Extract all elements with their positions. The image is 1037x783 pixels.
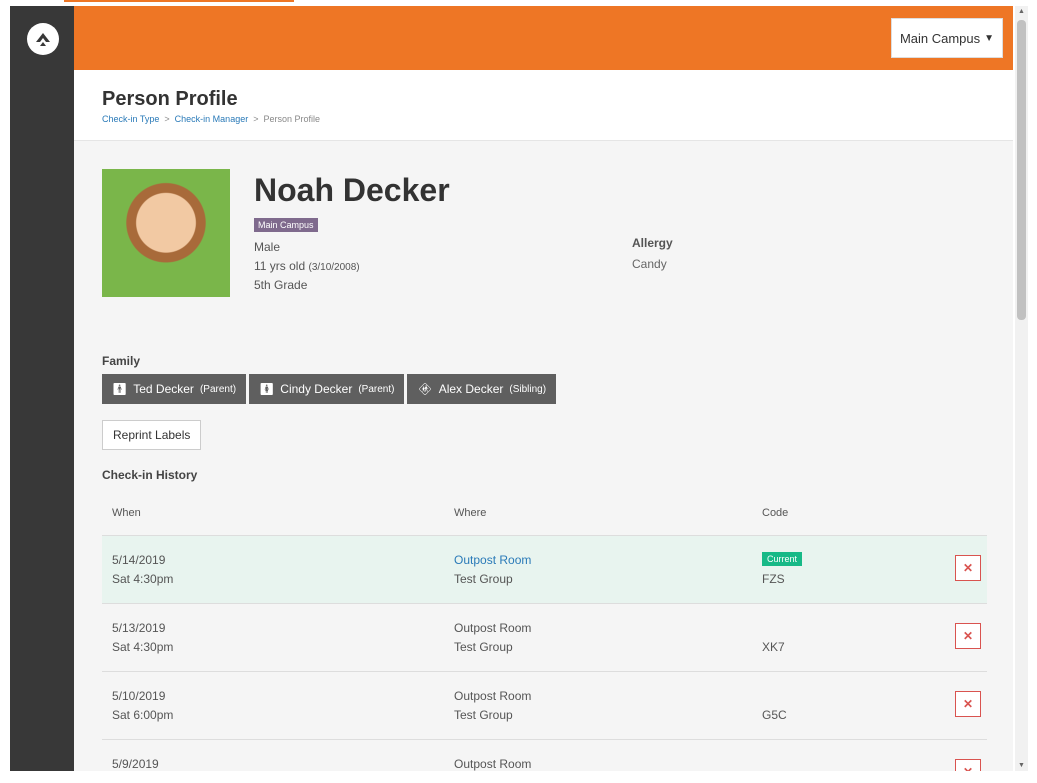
table-row: 5/9/2019 Outpost Room ✕: [102, 740, 987, 771]
child-icon: 🚸︎: [417, 382, 433, 396]
scroll-up-arrow-icon[interactable]: ▲: [1015, 8, 1028, 15]
where-cell: Outpost Room Test Group: [454, 687, 531, 725]
family-member-name: Alex Decker: [438, 382, 504, 396]
close-icon: ✕: [963, 765, 973, 771]
security-code: G5C: [762, 708, 787, 722]
group-name: Test Group: [454, 708, 513, 722]
location-name: Outpost Room: [454, 689, 532, 703]
family-member-relation: (Parent): [358, 383, 395, 395]
app-window: Main Campus ▼ Person Profile Check-in Ty…: [10, 6, 1013, 771]
close-icon: ✕: [962, 561, 974, 575]
person-age: 11 yrs old: [254, 259, 306, 273]
checkin-date: 5/9/2019: [112, 757, 159, 771]
where-cell: Outpost Room Test Group: [454, 619, 531, 657]
close-icon: ✕: [962, 629, 974, 643]
main-content: Noah Decker Main Campus Male 11 yrs old …: [74, 140, 1013, 771]
rock-logo-icon[interactable]: [27, 23, 59, 55]
column-header-code: Code: [762, 507, 789, 519]
close-icon: ✕: [962, 697, 974, 711]
family-member-name: Cindy Decker: [280, 382, 353, 396]
location-name: Outpost Room: [454, 757, 532, 771]
female-icon: 🚺︎: [259, 382, 275, 396]
family-member-name: Ted Decker: [133, 382, 194, 396]
person-birthdate: (3/10/2008): [308, 262, 360, 273]
security-code: XK7: [762, 640, 785, 654]
checkin-date: 5/10/2019: [112, 689, 166, 703]
person-photo: [102, 169, 230, 297]
delete-checkin-button[interactable]: ✕: [955, 555, 981, 581]
delete-checkin-button[interactable]: ✕: [955, 623, 981, 649]
checkin-time: Sat 6:00pm: [112, 708, 174, 722]
male-icon: 🚹︎: [112, 382, 128, 396]
top-bar: Main Campus ▼: [74, 6, 1013, 70]
family-member-relation: (Sibling): [509, 383, 547, 395]
delete-checkin-button[interactable]: ✕: [955, 691, 981, 717]
family-member-relation: (Parent): [199, 383, 237, 395]
sidebar: [10, 6, 74, 771]
breadcrumb-checkin-manager[interactable]: Check-in Manager: [175, 114, 249, 124]
campus-picker-button[interactable]: Main Campus ▼: [891, 18, 1003, 58]
campus-picker-label: Main Campus: [899, 30, 981, 46]
family-members: 🚹︎ Ted Decker (Parent) 🚺︎ Cindy Decker (…: [102, 374, 557, 404]
when-cell: 5/9/2019: [112, 755, 159, 771]
breadcrumb-checkin-type[interactable]: Check-in Type: [102, 114, 159, 124]
group-name: Test Group: [454, 640, 513, 654]
breadcrumb-separator: >: [161, 114, 173, 124]
family-member-button[interactable]: 🚺︎ Cindy Decker (Parent): [249, 374, 405, 404]
current-badge: Current: [762, 552, 803, 566]
where-cell: Outpost Room: [454, 755, 531, 771]
breadcrumb-current: Person Profile: [263, 114, 321, 124]
person-gender: Male: [254, 240, 281, 254]
checkin-date: 5/14/2019: [112, 553, 166, 567]
security-code: FZS: [762, 572, 785, 586]
breadcrumb: Check-in Type > Check-in Manager > Perso…: [102, 114, 320, 124]
page-header: Person Profile Check-in Type > Check-in …: [74, 70, 1013, 141]
scroll-down-arrow-icon[interactable]: ▼: [1015, 762, 1028, 769]
table-row: 5/10/2019 Sat 6:00pm Outpost Room Test G…: [102, 672, 987, 740]
family-heading: Family: [102, 354, 141, 368]
caret-down-icon: ▼: [984, 32, 995, 44]
family-member-button[interactable]: 🚹︎ Ted Decker (Parent): [102, 374, 247, 404]
allergy-label: Allergy: [632, 236, 673, 250]
table-header: When Where Code: [102, 492, 987, 536]
checkin-date: 5/13/2019: [112, 621, 166, 635]
reprint-labels-button[interactable]: Reprint Labels: [102, 420, 202, 450]
checkin-history-table: When Where Code 5/14/2019 Sat 4:30pm Out…: [102, 492, 987, 771]
checkin-time: Sat 4:30pm: [112, 572, 174, 586]
when-cell: 5/13/2019 Sat 4:30pm: [112, 619, 173, 657]
when-cell: 5/10/2019 Sat 6:00pm: [112, 687, 173, 725]
table-row: 5/14/2019 Sat 4:30pm Outpost Room Test G…: [102, 536, 987, 604]
top-accent-strip: [64, 0, 294, 2]
person-grade: 5th Grade: [254, 278, 308, 292]
where-cell: Outpost Room Test Group: [454, 551, 531, 589]
group-name: Test Group: [454, 572, 513, 586]
campus-badge: Main Campus: [254, 218, 318, 232]
location-name: Outpost Room: [454, 621, 532, 635]
table-row: 5/13/2019 Sat 4:30pm Outpost Room Test G…: [102, 604, 987, 672]
when-cell: 5/14/2019 Sat 4:30pm: [112, 551, 173, 589]
breadcrumb-separator: >: [250, 114, 261, 124]
scrollbar-thumb[interactable]: [1017, 20, 1026, 320]
person-age-line: 11 yrs old (3/10/2008): [254, 259, 360, 273]
family-member-button[interactable]: 🚸︎ Alex Decker (Sibling): [407, 374, 557, 404]
page-title: Person Profile: [102, 88, 238, 110]
delete-checkin-button[interactable]: ✕: [955, 759, 981, 771]
checkin-time: Sat 4:30pm: [112, 640, 174, 654]
person-name: Noah Decker: [254, 172, 450, 208]
allergy-value: Candy: [632, 257, 667, 271]
location-link[interactable]: Outpost Room: [454, 551, 531, 570]
column-header-when: When: [112, 507, 141, 519]
vertical-scrollbar[interactable]: ▲ ▼: [1015, 6, 1028, 771]
column-header-where: Where: [454, 507, 487, 519]
checkin-history-heading: Check-in History: [102, 468, 198, 482]
